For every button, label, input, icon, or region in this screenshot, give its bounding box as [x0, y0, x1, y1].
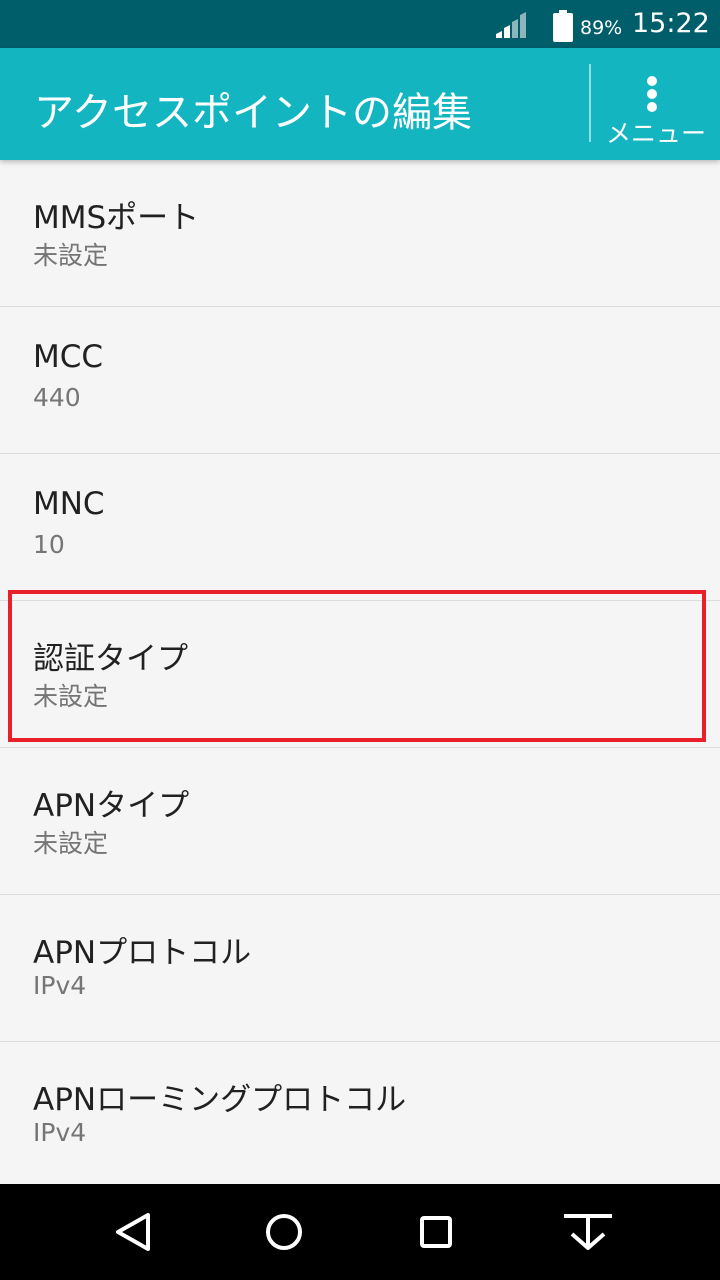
back-icon[interactable]	[102, 1204, 162, 1260]
menu-button[interactable]: メニュー	[592, 48, 720, 160]
settings-list: MMSポート 未設定 MCC 440 MNC 10 認証タイプ 未設定 APNタ…	[0, 160, 720, 1189]
menu-divider	[589, 64, 591, 142]
setting-value: IPv4	[33, 1118, 87, 1147]
status-bar: 89% 15:22	[0, 0, 720, 48]
page-title: アクセスポイントの編集	[34, 90, 472, 136]
setting-mms-port[interactable]: MMSポート 未設定	[0, 160, 720, 307]
battery-icon	[553, 10, 573, 42]
signal-icon	[496, 12, 526, 38]
setting-value: 未設定	[33, 682, 109, 711]
setting-title: APNローミングプロトコル	[33, 1082, 407, 1118]
setting-value: 10	[33, 530, 65, 559]
menu-label: メニュー	[605, 119, 706, 148]
battery-percent: 89%	[580, 17, 623, 39]
setting-apn-roaming-protocol[interactable]: APNローミングプロトコル IPv4	[0, 1042, 720, 1189]
navigation-bar	[0, 1184, 720, 1280]
more-vert-icon	[647, 76, 657, 112]
home-icon[interactable]	[254, 1204, 314, 1260]
setting-title: MMSポート	[33, 200, 200, 236]
hide-nav-icon[interactable]	[558, 1204, 618, 1260]
setting-value: IPv4	[33, 971, 87, 1000]
recents-icon[interactable]	[406, 1204, 466, 1260]
setting-title: MCC	[33, 339, 104, 375]
setting-value: 未設定	[33, 241, 109, 270]
app-bar: アクセスポイントの編集 メニュー	[0, 48, 720, 160]
setting-title: APNプロトコル	[33, 935, 252, 971]
setting-value: 440	[33, 383, 81, 412]
setting-apn-protocol[interactable]: APNプロトコル IPv4	[0, 895, 720, 1042]
clock: 15:22	[632, 8, 710, 39]
setting-title: APNタイプ	[33, 788, 190, 824]
setting-apn-type[interactable]: APNタイプ 未設定	[0, 748, 720, 895]
setting-value: 未設定	[33, 829, 109, 858]
setting-title: 認証タイプ	[33, 641, 188, 677]
setting-title: MNC	[33, 486, 105, 522]
setting-auth-type[interactable]: 認証タイプ 未設定	[0, 601, 720, 748]
setting-mcc[interactable]: MCC 440	[0, 307, 720, 454]
setting-mnc[interactable]: MNC 10	[0, 454, 720, 601]
